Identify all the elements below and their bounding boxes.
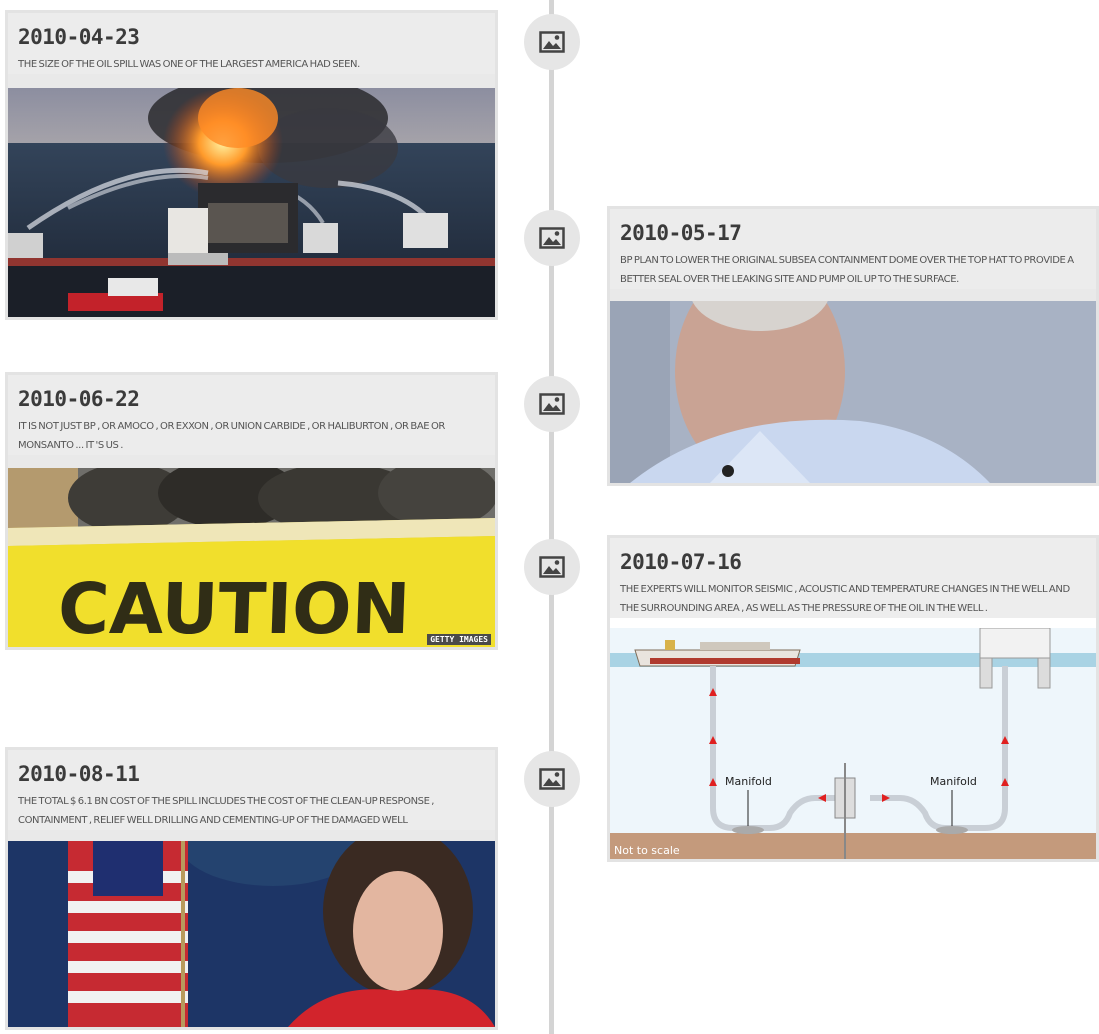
timeline-spine [549,0,554,1034]
card-header: 2010-05-17 BP PLAN TO LOWER THE ORIGINAL… [610,209,1096,289]
image-icon [539,227,565,249]
image-icon [539,393,565,415]
timeline-marker-1[interactable] [524,14,580,70]
card-header: 2010-07-16 THE EXPERTS WILL MONITOR SEIS… [610,538,1096,618]
card-header: 2010-06-22 IT IS NOT JUST BP , OR AMOCO … [8,375,495,455]
caution-tape-text: CAUTION [57,568,412,647]
event-date: 2010-07-16 [620,550,742,574]
event-description: IT IS NOT JUST BP , OR AMOCO , OR EXXON … [18,421,445,451]
manifold-left-label: Manifold [725,775,772,788]
timeline-card-2010-07-16[interactable]: Manifold Manifold Not to scale 2010-07-1… [607,535,1099,862]
oil-rig-fire-photo [8,88,495,317]
not-to-scale-note: Not to scale [614,844,680,857]
image-icon [539,31,565,53]
timeline-card-2010-04-23[interactable]: 2010-04-23 THE SIZE OF THE OIL SPILL WAS… [5,10,498,320]
event-date: 2010-06-22 [18,387,140,411]
event-description: THE TOTAL $ 6.1 BN COST OF THE SPILL INC… [18,796,435,826]
event-description: BP PLAN TO LOWER THE ORIGINAL SUBSEA CON… [620,255,1074,285]
photo-credit: GETTY IMAGES [427,634,491,645]
event-date: 2010-05-17 [620,221,742,245]
spokesman-photo [610,301,1096,483]
event-date: 2010-04-23 [18,25,140,49]
event-date: 2010-08-11 [18,762,140,786]
subsea-wells-diagram: Manifold Manifold Not to scale [610,628,1096,859]
timeline-card-2010-06-22[interactable]: CAUTION GETTY IMAGES 2010-06-22 IT IS NO… [5,372,498,650]
image-icon [539,768,565,790]
caution-tape-photo: CAUTION GETTY IMAGES [8,468,495,647]
card-header: 2010-04-23 THE SIZE OF THE OIL SPILL WAS… [8,13,495,74]
image-icon [539,556,565,578]
card-header: 2010-08-11 THE TOTAL $ 6.1 BN COST OF TH… [8,750,495,830]
press-briefing-photo [8,841,495,1027]
timeline-card-2010-08-11[interactable]: 2010-08-11 THE TOTAL $ 6.1 BN COST OF TH… [5,747,498,1030]
timeline-marker-2[interactable] [524,210,580,266]
event-description: THE SIZE OF THE OIL SPILL WAS ONE OF THE… [18,59,360,70]
manifold-right-label: Manifold [930,775,977,788]
timeline-marker-3[interactable] [524,376,580,432]
event-description: THE EXPERTS WILL MONITOR SEISMIC , ACOUS… [620,584,1070,614]
timeline-marker-5[interactable] [524,751,580,807]
timeline-marker-4[interactable] [524,539,580,595]
timeline-card-2010-05-17[interactable]: 2010-05-17 BP PLAN TO LOWER THE ORIGINAL… [607,206,1099,486]
